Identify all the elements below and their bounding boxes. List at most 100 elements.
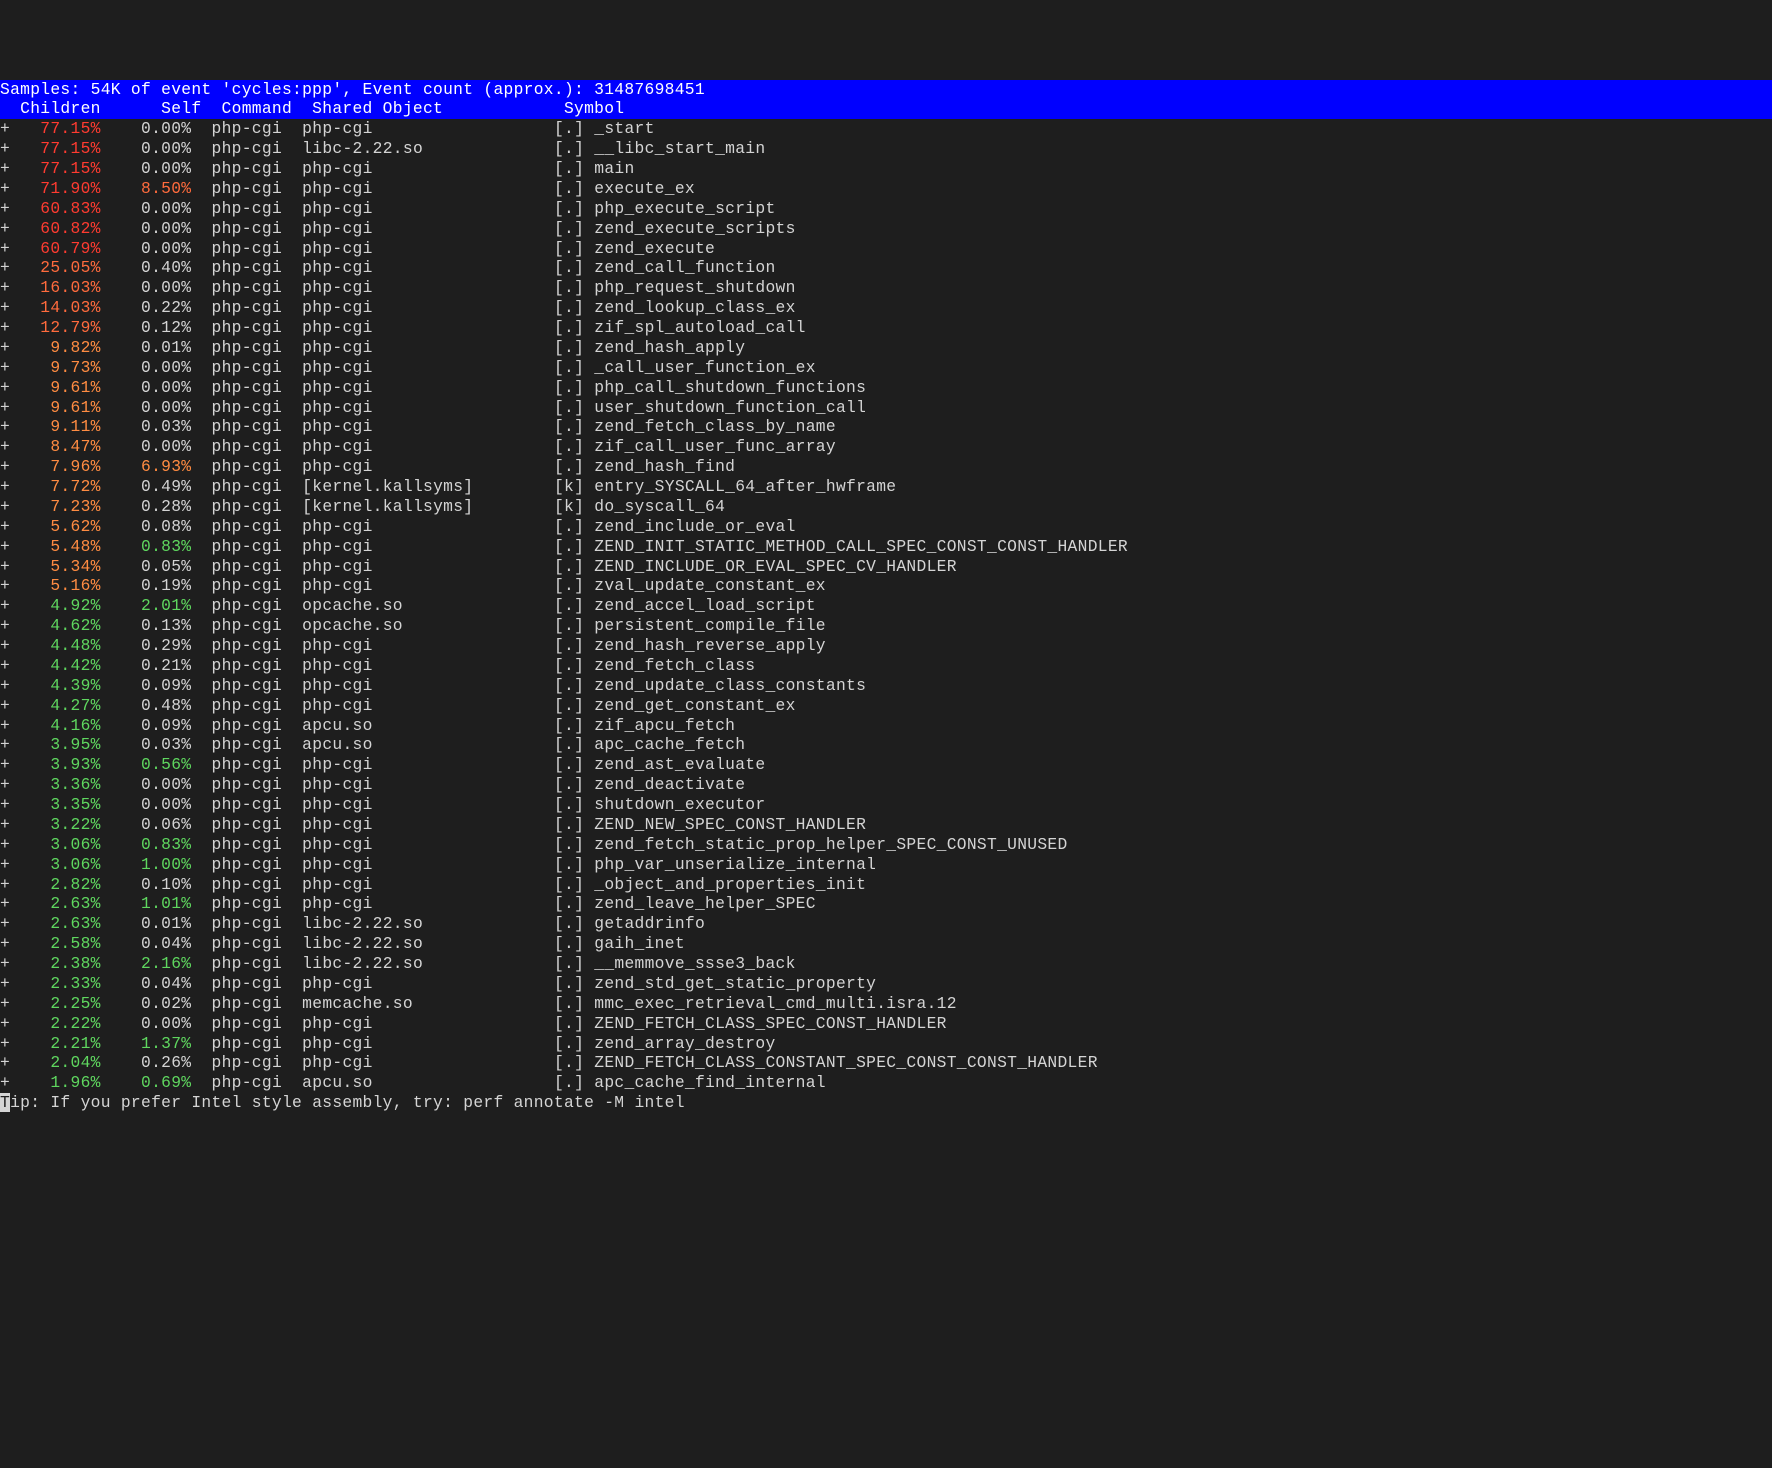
perf-row[interactable]: + 77.15% 0.00% php-cgi libc-2.22.so [.] …	[0, 139, 1772, 159]
expand-icon[interactable]: +	[0, 1034, 10, 1053]
perf-row[interactable]: + 3.93% 0.56% php-cgi php-cgi [.] zend_a…	[0, 755, 1772, 775]
expand-icon[interactable]: +	[0, 596, 10, 615]
expand-icon[interactable]: +	[0, 815, 10, 834]
expand-icon[interactable]: +	[0, 358, 10, 377]
expand-icon[interactable]: +	[0, 417, 10, 436]
expand-icon[interactable]: +	[0, 1073, 10, 1092]
perf-row[interactable]: + 5.62% 0.08% php-cgi php-cgi [.] zend_i…	[0, 517, 1772, 537]
perf-row[interactable]: + 4.62% 0.13% php-cgi opcache.so [.] per…	[0, 616, 1772, 636]
expand-icon[interactable]: +	[0, 696, 10, 715]
perf-row[interactable]: + 3.06% 1.00% php-cgi php-cgi [.] php_va…	[0, 855, 1772, 875]
perf-row[interactable]: + 4.48% 0.29% php-cgi php-cgi [.] zend_h…	[0, 636, 1772, 656]
perf-row[interactable]: + 9.73% 0.00% php-cgi php-cgi [.] _call_…	[0, 358, 1772, 378]
expand-icon[interactable]: +	[0, 616, 10, 635]
perf-row[interactable]: + 71.90% 8.50% php-cgi php-cgi [.] execu…	[0, 179, 1772, 199]
expand-icon[interactable]: +	[0, 755, 10, 774]
perf-row[interactable]: + 12.79% 0.12% php-cgi php-cgi [.] zif_s…	[0, 318, 1772, 338]
expand-icon[interactable]: +	[0, 1053, 10, 1072]
perf-row[interactable]: + 9.61% 0.00% php-cgi php-cgi [.] user_s…	[0, 398, 1772, 418]
perf-row[interactable]: + 5.16% 0.19% php-cgi php-cgi [.] zval_u…	[0, 576, 1772, 596]
children-pct: 77.15%	[10, 139, 101, 158]
perf-row[interactable]: + 77.15% 0.00% php-cgi php-cgi [.] _star…	[0, 119, 1772, 139]
expand-icon[interactable]: +	[0, 378, 10, 397]
expand-icon[interactable]: +	[0, 318, 10, 337]
expand-icon[interactable]: +	[0, 914, 10, 933]
perf-row[interactable]: + 2.82% 0.10% php-cgi php-cgi [.] _objec…	[0, 875, 1772, 895]
expand-icon[interactable]: +	[0, 994, 10, 1013]
perf-row[interactable]: + 60.83% 0.00% php-cgi php-cgi [.] php_e…	[0, 199, 1772, 219]
expand-icon[interactable]: +	[0, 398, 10, 417]
expand-icon[interactable]: +	[0, 974, 10, 993]
expand-icon[interactable]: +	[0, 219, 10, 238]
perf-row[interactable]: + 3.95% 0.03% php-cgi apcu.so [.] apc_ca…	[0, 735, 1772, 755]
perf-row[interactable]: + 2.22% 0.00% php-cgi php-cgi [.] ZEND_F…	[0, 1014, 1772, 1034]
perf-row[interactable]: + 1.96% 0.69% php-cgi apcu.so [.] apc_ca…	[0, 1073, 1772, 1093]
expand-icon[interactable]: +	[0, 239, 10, 258]
expand-icon[interactable]: +	[0, 795, 10, 814]
perf-row[interactable]: + 4.27% 0.48% php-cgi php-cgi [.] zend_g…	[0, 696, 1772, 716]
expand-icon[interactable]: +	[0, 457, 10, 476]
perf-row[interactable]: + 2.63% 0.01% php-cgi libc-2.22.so [.] g…	[0, 914, 1772, 934]
perf-row[interactable]: + 7.23% 0.28% php-cgi [kernel.kallsyms] …	[0, 497, 1772, 517]
expand-icon[interactable]: +	[0, 894, 10, 913]
perf-row[interactable]: + 4.92% 2.01% php-cgi opcache.so [.] zen…	[0, 596, 1772, 616]
perf-row[interactable]: + 9.61% 0.00% php-cgi php-cgi [.] php_ca…	[0, 378, 1772, 398]
perf-report-rows[interactable]: + 77.15% 0.00% php-cgi php-cgi [.] _star…	[0, 119, 1772, 1093]
expand-icon[interactable]: +	[0, 557, 10, 576]
expand-icon[interactable]: +	[0, 159, 10, 178]
perf-row[interactable]: + 5.34% 0.05% php-cgi php-cgi [.] ZEND_I…	[0, 557, 1772, 577]
perf-row[interactable]: + 7.72% 0.49% php-cgi [kernel.kallsyms] …	[0, 477, 1772, 497]
expand-icon[interactable]: +	[0, 716, 10, 735]
expand-icon[interactable]: +	[0, 735, 10, 754]
expand-icon[interactable]: +	[0, 676, 10, 695]
expand-icon[interactable]: +	[0, 278, 10, 297]
expand-icon[interactable]: +	[0, 338, 10, 357]
expand-icon[interactable]: +	[0, 1014, 10, 1033]
perf-row[interactable]: + 2.33% 0.04% php-cgi php-cgi [.] zend_s…	[0, 974, 1772, 994]
perf-row[interactable]: + 60.79% 0.00% php-cgi php-cgi [.] zend_…	[0, 239, 1772, 259]
expand-icon[interactable]: +	[0, 179, 10, 198]
expand-icon[interactable]: +	[0, 656, 10, 675]
perf-row[interactable]: + 4.42% 0.21% php-cgi php-cgi [.] zend_f…	[0, 656, 1772, 676]
expand-icon[interactable]: +	[0, 934, 10, 953]
perf-row[interactable]: + 2.21% 1.37% php-cgi php-cgi [.] zend_a…	[0, 1034, 1772, 1054]
perf-row[interactable]: + 2.25% 0.02% php-cgi memcache.so [.] mm…	[0, 994, 1772, 1014]
perf-row[interactable]: + 3.36% 0.00% php-cgi php-cgi [.] zend_d…	[0, 775, 1772, 795]
expand-icon[interactable]: +	[0, 437, 10, 456]
perf-row[interactable]: + 7.96% 6.93% php-cgi php-cgi [.] zend_h…	[0, 457, 1772, 477]
perf-row[interactable]: + 14.03% 0.22% php-cgi php-cgi [.] zend_…	[0, 298, 1772, 318]
expand-icon[interactable]: +	[0, 298, 10, 317]
perf-row[interactable]: + 3.22% 0.06% php-cgi php-cgi [.] ZEND_N…	[0, 815, 1772, 835]
perf-row[interactable]: + 2.58% 0.04% php-cgi libc-2.22.so [.] g…	[0, 934, 1772, 954]
expand-icon[interactable]: +	[0, 517, 10, 536]
perf-row[interactable]: + 9.82% 0.01% php-cgi php-cgi [.] zend_h…	[0, 338, 1772, 358]
perf-row[interactable]: + 60.82% 0.00% php-cgi php-cgi [.] zend_…	[0, 219, 1772, 239]
perf-row[interactable]: + 3.35% 0.00% php-cgi php-cgi [.] shutdo…	[0, 795, 1772, 815]
perf-row[interactable]: + 4.16% 0.09% php-cgi apcu.so [.] zif_ap…	[0, 716, 1772, 736]
expand-icon[interactable]: +	[0, 497, 10, 516]
expand-icon[interactable]: +	[0, 954, 10, 973]
expand-icon[interactable]: +	[0, 875, 10, 894]
perf-row[interactable]: + 5.48% 0.83% php-cgi php-cgi [.] ZEND_I…	[0, 537, 1772, 557]
expand-icon[interactable]: +	[0, 199, 10, 218]
perf-row[interactable]: + 3.06% 0.83% php-cgi php-cgi [.] zend_f…	[0, 835, 1772, 855]
perf-row[interactable]: + 2.38% 2.16% php-cgi libc-2.22.so [.] _…	[0, 954, 1772, 974]
perf-row[interactable]: + 16.03% 0.00% php-cgi php-cgi [.] php_r…	[0, 278, 1772, 298]
perf-row[interactable]: + 9.11% 0.03% php-cgi php-cgi [.] zend_f…	[0, 417, 1772, 437]
perf-row[interactable]: + 4.39% 0.09% php-cgi php-cgi [.] zend_u…	[0, 676, 1772, 696]
expand-icon[interactable]: +	[0, 258, 10, 277]
perf-row[interactable]: + 77.15% 0.00% php-cgi php-cgi [.] main	[0, 159, 1772, 179]
perf-row[interactable]: + 2.04% 0.26% php-cgi php-cgi [.] ZEND_F…	[0, 1053, 1772, 1073]
expand-icon[interactable]: +	[0, 855, 10, 874]
expand-icon[interactable]: +	[0, 537, 10, 556]
expand-icon[interactable]: +	[0, 775, 10, 794]
expand-icon[interactable]: +	[0, 636, 10, 655]
perf-row[interactable]: + 8.47% 0.00% php-cgi php-cgi [.] zif_ca…	[0, 437, 1772, 457]
expand-icon[interactable]: +	[0, 477, 10, 496]
expand-icon[interactable]: +	[0, 576, 10, 595]
perf-row[interactable]: + 25.05% 0.40% php-cgi php-cgi [.] zend_…	[0, 258, 1772, 278]
expand-icon[interactable]: +	[0, 835, 10, 854]
perf-row[interactable]: + 2.63% 1.01% php-cgi php-cgi [.] zend_l…	[0, 894, 1772, 914]
expand-icon[interactable]: +	[0, 119, 10, 138]
expand-icon[interactable]: +	[0, 139, 10, 158]
